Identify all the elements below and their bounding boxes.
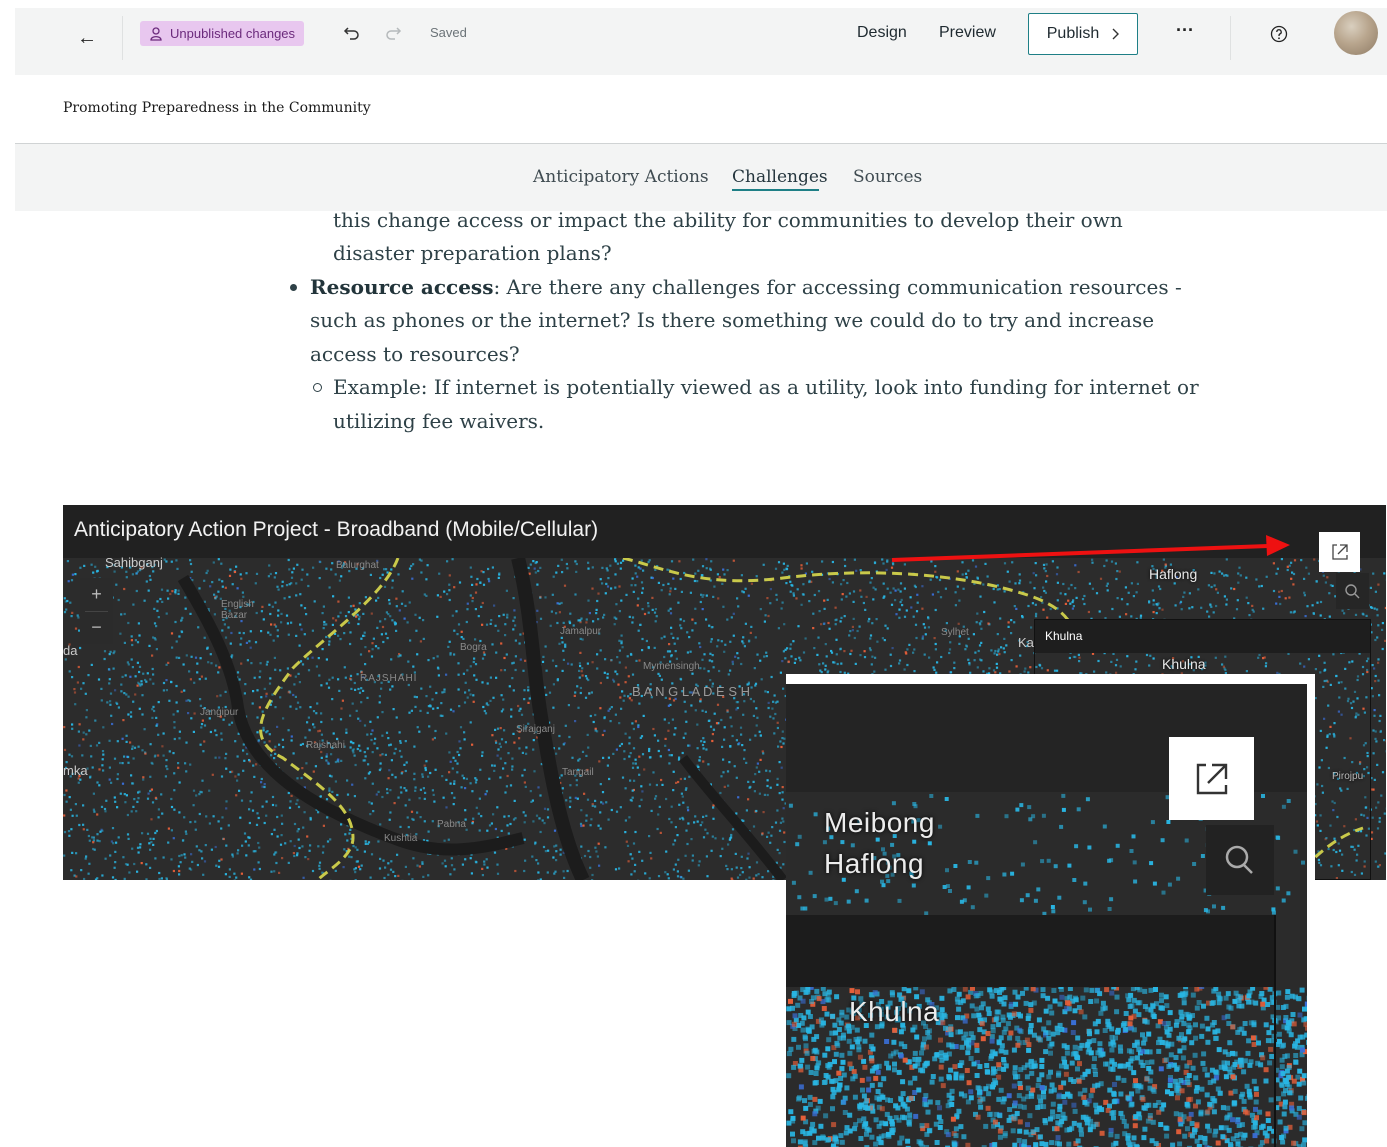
- inset-label-meibong: Meibong: [824, 807, 935, 838]
- zoom-control: + −: [80, 578, 113, 644]
- back-button[interactable]: ←: [73, 24, 101, 52]
- story-navigation: Anticipatory Actions Challenges Sources: [15, 144, 1387, 211]
- user-icon: [150, 26, 162, 41]
- map-label-bangladesh: B A N G L A D E S H: [632, 684, 751, 699]
- tab-anticipatory-actions[interactable]: Anticipatory Actions: [533, 167, 709, 187]
- popup-title: Khulna: [1035, 620, 1370, 653]
- zoom-out-button[interactable]: −: [80, 611, 113, 644]
- zoom-inset-map: Meibong Haflong Khulna: [786, 684, 1307, 1147]
- paragraph-line: disaster preparation plans?: [333, 241, 612, 265]
- paragraph-line: utilizing fee waivers.: [333, 409, 545, 433]
- inset-popup-header: [786, 915, 1274, 987]
- list-item-resource-access: Resource access: Are there any challenge…: [310, 275, 1182, 299]
- map-label-english-bazar: English Bazar: [221, 599, 254, 621]
- preview-button[interactable]: Preview: [939, 24, 996, 42]
- zoom-inset: Meibong Haflong Khulna: [786, 674, 1315, 1147]
- inset-label-khulna: Khulna: [849, 996, 940, 1027]
- chevron-right-icon: [1112, 28, 1120, 40]
- map-label-sylhet: Sylhet: [941, 627, 969, 638]
- inset-popup: Khulna: [786, 915, 1276, 1147]
- unpublished-changes-badge[interactable]: Unpublished changes: [140, 21, 305, 46]
- unpublished-changes-label: Unpublished changes: [170, 26, 296, 41]
- paragraph-line: access to resources?: [310, 342, 520, 366]
- map-label-rajshahi: Rajshahi: [306, 740, 345, 751]
- map-label-edge-da: da: [63, 643, 78, 658]
- redo-icon[interactable]: [382, 22, 404, 44]
- map-search-button[interactable]: [1336, 573, 1369, 609]
- map-label-bogra: Bogra: [460, 642, 487, 653]
- toolbar-divider: [122, 16, 123, 60]
- paragraph-line: such as phones or the internet? Is there…: [310, 308, 1155, 332]
- top-toolbar: ← Unpublished changes Saved Design Previ…: [15, 8, 1387, 75]
- ellipsis-icon: ···: [1176, 20, 1194, 40]
- map-label-mymensingh: Mymensingh: [643, 661, 700, 672]
- map-label-rajshahi-division: RAJSHAHI: [360, 673, 418, 684]
- map-title: Anticipatory Action Project - Broadband …: [74, 518, 599, 541]
- tab-challenges[interactable]: Challenges: [732, 167, 828, 187]
- external-link-icon: [1196, 763, 1228, 795]
- map-label-sirajganj: Sirajganj: [516, 724, 555, 735]
- saved-status: Saved: [430, 25, 467, 40]
- map-label-jangipur: Jangipur: [200, 707, 239, 718]
- external-link-icon: [1332, 544, 1348, 560]
- paragraph-line: this change access or impact the ability…: [333, 208, 1123, 232]
- map-label-tangail: Tangail: [562, 767, 594, 778]
- inset-label-haflong: Haflong: [824, 848, 925, 879]
- map-label-balurghat: Balurghat: [336, 560, 379, 571]
- inset-search-button[interactable]: [1206, 825, 1274, 895]
- map-label-kushtia: Kushtia: [384, 833, 418, 844]
- avatar[interactable]: [1334, 11, 1378, 55]
- publish-button[interactable]: Publish: [1028, 13, 1138, 55]
- open-in-new-tab-button[interactable]: [1319, 532, 1360, 572]
- undo-icon[interactable]: [341, 22, 363, 44]
- sub-bullet-marker: [313, 383, 322, 392]
- question-circle-icon[interactable]: [1269, 24, 1289, 44]
- toolbar-divider: [1230, 16, 1231, 60]
- map-label-khulna: Khulna: [1162, 656, 1206, 672]
- more-options-button[interactable]: ···: [1173, 20, 1197, 44]
- map-label-jamalpur: Jamalpur: [560, 626, 602, 637]
- resource-access-text: : Are there any challenges for accessing…: [493, 275, 1182, 299]
- search-icon: [1345, 584, 1360, 599]
- map-header: Anticipatory Action Project - Broadband …: [63, 505, 1386, 558]
- list-item-example: Example: If internet is potentially view…: [333, 375, 1199, 399]
- map-label-sahibganj: Sahibganj: [105, 555, 163, 570]
- map-label-haflong: Haflong: [1149, 566, 1198, 582]
- resource-access-term: Resource access: [310, 275, 494, 299]
- inset-open-in-new-tab-button[interactable]: [1169, 737, 1254, 820]
- map-label-edge-ka: Ka: [1018, 635, 1034, 650]
- bullet-marker: [290, 284, 297, 291]
- design-button[interactable]: Design: [857, 24, 907, 42]
- arrow-left-icon: ←: [77, 27, 97, 49]
- search-icon: [1225, 845, 1253, 874]
- zoom-in-button[interactable]: +: [80, 578, 113, 611]
- story-title: Promoting Preparedness in the Community: [63, 100, 371, 116]
- publish-label: Publish: [1046, 25, 1100, 42]
- active-tab-indicator: [732, 189, 819, 191]
- tab-sources[interactable]: Sources: [853, 167, 922, 187]
- map-label-pabna: Pabna: [437, 819, 466, 830]
- map-label-edge-mka: mka: [63, 763, 88, 778]
